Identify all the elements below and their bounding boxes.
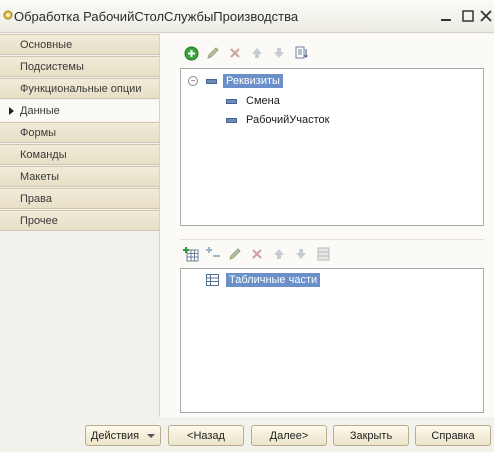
- collapse-icon[interactable]: −: [188, 76, 198, 86]
- tabular-toolbar: [182, 244, 332, 264]
- tab-dannye[interactable]: Данные: [0, 100, 160, 121]
- attributes-tree: − Реквизиты Смена РабочийУчасток: [180, 68, 484, 226]
- table-grid-icon: [317, 247, 329, 261]
- attributes-icon: [206, 78, 217, 84]
- back-button[interactable]: <Назад: [168, 425, 244, 446]
- edit-table-button[interactable]: [226, 245, 244, 263]
- tab-komandy[interactable]: Команды: [0, 144, 160, 165]
- tree-root-tabular-sections[interactable]: Табличные части: [206, 272, 321, 288]
- add-column-button[interactable]: [204, 245, 222, 263]
- sort-list-icon: [295, 46, 308, 59]
- app-icon: [3, 10, 13, 20]
- tab-osnovnye[interactable]: Основные: [0, 34, 160, 55]
- pencil-icon: [207, 47, 219, 59]
- edit-button[interactable]: [204, 44, 222, 62]
- tab-formy[interactable]: Формы: [0, 122, 160, 143]
- delete-table-button[interactable]: [248, 245, 266, 263]
- arrow-up-icon: [274, 249, 284, 259]
- close-button[interactable]: Закрыть: [333, 425, 409, 446]
- table-properties-button[interactable]: [314, 245, 332, 263]
- delete-icon: [252, 249, 262, 259]
- help-button[interactable]: Справка: [415, 425, 491, 446]
- add-table-button[interactable]: [182, 245, 200, 263]
- move-table-up-button[interactable]: [270, 245, 288, 263]
- arrow-down-icon: [296, 249, 306, 259]
- table-icon: [206, 274, 219, 286]
- chevron-down-icon: [147, 433, 156, 438]
- tree-item-rabochiy-uchastok[interactable]: РабочийУчасток: [226, 112, 329, 128]
- tab-prochee[interactable]: Прочее: [0, 210, 160, 231]
- tab-makety[interactable]: Макеты: [0, 166, 160, 187]
- add-icon: [184, 46, 198, 60]
- add-button[interactable]: [182, 44, 200, 62]
- arrow-down-icon: [274, 48, 284, 58]
- add-table-icon: [183, 246, 199, 261]
- move-down-button[interactable]: [270, 44, 288, 62]
- move-table-down-button[interactable]: [292, 245, 310, 263]
- dialog-buttons: Действия <Назад Далее> Закрыть Справка: [0, 420, 494, 452]
- tabular-sections-tree: Табличные части: [180, 268, 484, 413]
- move-up-button[interactable]: [248, 44, 266, 62]
- panel-splitter[interactable]: [180, 231, 484, 240]
- tree-root-label: Реквизиты: [223, 74, 283, 88]
- maximize-icon[interactable]: [460, 8, 476, 24]
- tree-root-attributes[interactable]: − Реквизиты: [188, 73, 283, 89]
- attributes-toolbar: [182, 43, 310, 63]
- tab-funktsionalnye-optsii[interactable]: Функциональные опции: [0, 78, 160, 99]
- sort-button[interactable]: [292, 44, 310, 62]
- tree-item-label: РабочийУчасток: [246, 114, 330, 126]
- tree-item-smena[interactable]: Смена: [226, 93, 280, 109]
- tab-prava[interactable]: Права: [0, 188, 160, 209]
- tree-item-label: Смена: [246, 95, 280, 107]
- title-bar: Обработка РабочийСтолСлужбыПроизводства: [0, 0, 494, 33]
- attribute-icon: [226, 117, 237, 123]
- section-tabs: Основные Подсистемы Функциональные опции…: [0, 34, 160, 232]
- close-icon[interactable]: [478, 8, 494, 24]
- actions-button[interactable]: Действия: [85, 425, 161, 446]
- pencil-icon: [229, 248, 241, 260]
- attribute-icon: [226, 98, 237, 104]
- tab-podsistemy[interactable]: Подсистемы: [0, 56, 160, 77]
- active-tab-arrow-icon: [9, 107, 14, 115]
- delete-icon: [230, 48, 240, 58]
- next-button[interactable]: Далее>: [251, 425, 327, 446]
- minimize-icon[interactable]: [438, 8, 454, 24]
- arrow-up-icon: [252, 48, 262, 58]
- window-title: Обработка РабочийСтолСлужбыПроизводства: [14, 9, 299, 24]
- tree-root-label: Табличные части: [226, 273, 321, 287]
- add-column-icon: [205, 247, 220, 257]
- delete-button[interactable]: [226, 44, 244, 62]
- data-panel: − Реквизиты Смена РабочийУчасток Табличн…: [159, 34, 494, 417]
